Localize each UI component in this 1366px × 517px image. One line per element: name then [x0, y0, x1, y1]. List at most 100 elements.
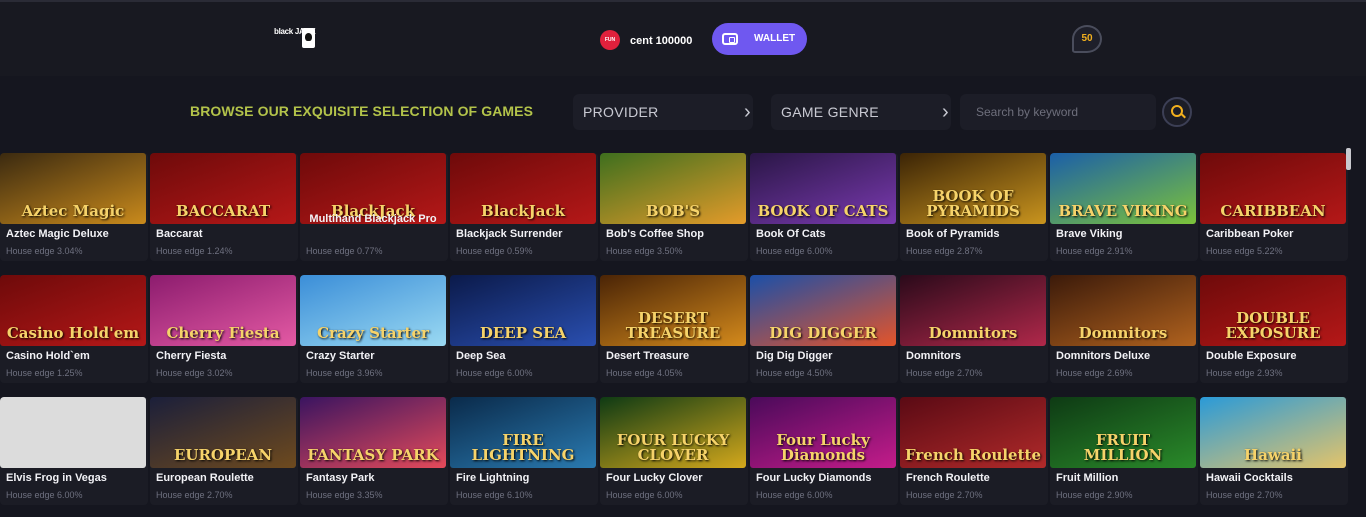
house-edge: House edge 2.87%	[906, 246, 983, 256]
game-thumbnail[interactable]: Four Lucky Diamonds	[750, 397, 896, 468]
game-card[interactable]: BOOK OF PYRAMIDS Book of Pyramids House ed…	[900, 153, 1048, 261]
game-art-title: CARIBBEAN	[1220, 202, 1326, 220]
game-card[interactable]: Domnitors Domnitors House edge 2.70%	[900, 275, 1048, 383]
house-edge: House edge 6.00%	[606, 490, 683, 500]
house-edge: House edge 6.00%	[756, 490, 833, 500]
game-art-title: BlackJack	[481, 202, 565, 220]
game-thumbnail[interactable]: EUROPEAN	[150, 397, 296, 468]
game-card[interactable]: FANTASY PARK Fantasy Park House edge 3.35%	[300, 397, 448, 505]
game-name: Brave Viking	[1056, 228, 1123, 240]
house-edge: House edge 2.90%	[1056, 490, 1133, 500]
game-card[interactable]: FOUR LUCKY CLOVER Four Lucky Clover House …	[600, 397, 748, 505]
game-thumbnail[interactable]: FIRE LIGHTNING	[450, 397, 596, 468]
game-name: Aztec Magic Deluxe	[6, 228, 109, 240]
house-edge: House edge 1.25%	[6, 368, 83, 378]
game-card[interactable]: BACCARAT Baccarat House edge 1.24%	[150, 153, 298, 261]
game-name: Casino Hold`em	[6, 350, 90, 362]
game-thumbnail[interactable]: Domnitors	[1050, 275, 1196, 346]
game-art-title: Domnitors	[928, 324, 1018, 342]
game-art-title: FANTASY PARK	[307, 446, 439, 464]
game-card[interactable]: EUROPEAN European Roulette House edge 2.70…	[150, 397, 298, 505]
game-card[interactable]: Casino Hold'em Casino Hold`em House edge 1…	[0, 275, 148, 383]
game-name: Dig Dig Digger	[756, 350, 833, 362]
house-edge: House edge 5.22%	[1206, 246, 1283, 256]
game-thumbnail[interactable]: FOUR LUCKY CLOVER	[600, 397, 746, 468]
game-thumbnail[interactable]: DIG DIGGER	[750, 275, 896, 346]
game-card[interactable]: BOB'S Bob's Coffee Shop House edge 3.50%	[600, 153, 748, 261]
wallet-button[interactable]: WALLET	[712, 23, 807, 55]
site-logo[interactable]: black JACK	[274, 27, 316, 53]
scrollbar[interactable]	[1346, 148, 1351, 170]
game-name: Four Lucky Clover	[606, 472, 703, 484]
game-card[interactable]: Hawaii Hawaii Cocktails House edge 2.70%	[1200, 397, 1348, 505]
game-name: Hawaii Cocktails	[1206, 472, 1293, 484]
search-icon[interactable]	[1162, 97, 1192, 127]
game-thumbnail[interactable]: Domnitors	[900, 275, 1046, 346]
house-edge: House edge 1.24%	[156, 246, 233, 256]
game-thumbnail[interactable]: French Roulette	[900, 397, 1046, 468]
game-thumbnail[interactable]: DESERT TREASURE	[600, 275, 746, 346]
house-edge: House edge 2.70%	[156, 490, 233, 500]
game-card[interactable]: BOOK OF CATS Book Of Cats House edge 6.00%	[750, 153, 898, 261]
game-art-title: Four Lucky Diamonds	[776, 431, 870, 464]
game-card[interactable]: French Roulette French Roulette House edge…	[900, 397, 1048, 505]
game-card[interactable]: Elvis Frog in Vegas House edge 6.00%	[0, 397, 148, 505]
game-thumbnail[interactable]: BlackJack	[450, 153, 596, 224]
house-edge: House edge 6.00%	[756, 246, 833, 256]
game-card[interactable]: BlackJack Blackjack Surrender House edge 0…	[450, 153, 598, 261]
game-card[interactable]: DOUBLE EXPOSURE Double Exposure House edge…	[1200, 275, 1348, 383]
house-edge: House edge 2.91%	[1056, 246, 1133, 256]
game-card[interactable]: Four Lucky Diamonds Four Lucky Diamonds Ho…	[750, 397, 898, 505]
game-thumbnail[interactable]: Casino Hold'em	[0, 275, 146, 346]
game-thumbnail[interactable]	[0, 397, 146, 468]
game-card[interactable]: DIG DIGGER Dig Dig Digger House edge 4.50%	[750, 275, 898, 383]
game-thumbnail[interactable]: BACCARAT	[150, 153, 296, 224]
house-edge: House edge 6.00%	[456, 368, 533, 378]
fun-badge: FUN	[600, 30, 620, 50]
house-edge: House edge 0.77%	[306, 246, 383, 256]
game-art-title: Cherry Fiesta	[166, 324, 280, 342]
game-thumbnail[interactable]: BOOK OF CATS	[750, 153, 896, 224]
house-edge: House edge 6.00%	[6, 490, 83, 500]
game-name: Blackjack Surrender	[456, 228, 563, 240]
genre-filter[interactable]: GAME GENRE ›	[771, 94, 951, 130]
game-card[interactable]: CARIBBEAN Caribbean Poker House edge 5.22%	[1200, 153, 1348, 261]
chevron-right-icon: ›	[942, 101, 949, 123]
search-input[interactable]	[960, 94, 1156, 130]
game-thumbnail[interactable]: Hawaii	[1200, 397, 1346, 468]
game-card[interactable]: Crazy Starter Crazy Starter House edge 3.9…	[300, 275, 448, 383]
game-thumbnail[interactable]: Aztec Magic	[0, 153, 146, 224]
game-name: Bob's Coffee Shop	[606, 228, 704, 240]
genre-label: GAME GENRE	[781, 104, 879, 120]
game-card[interactable]: DEEP SEA Deep Sea House edge 6.00%	[450, 275, 598, 383]
house-edge: House edge 2.69%	[1056, 368, 1133, 378]
game-card[interactable]: FIRE LIGHTNING Fire Lightning House edge 6…	[450, 397, 598, 505]
game-card[interactable]: BlackJack Multihand Blackjack Pro House ed…	[300, 153, 448, 261]
game-thumbnail[interactable]: CARIBBEAN	[1200, 153, 1346, 224]
game-name: Fantasy Park	[306, 472, 375, 484]
game-thumbnail[interactable]: Cherry Fiesta	[150, 275, 296, 346]
game-thumbnail[interactable]: FANTASY PARK	[300, 397, 446, 468]
game-art-title: FRUIT MILLION	[1083, 431, 1163, 464]
game-card[interactable]: FRUIT MILLION Fruit Million House edge 2.9…	[1050, 397, 1198, 505]
house-edge: House edge 2.70%	[906, 368, 983, 378]
top-bar: black JACK FUN cent 100000 WALLET 50	[0, 0, 1366, 76]
game-card[interactable]: BRAVE VIKING Brave Viking House edge 2.91%	[1050, 153, 1198, 261]
game-name: Book Of Cats	[756, 228, 826, 240]
game-thumbnail[interactable]: BRAVE VIKING	[1050, 153, 1196, 224]
game-thumbnail[interactable]: FRUIT MILLION	[1050, 397, 1196, 468]
game-thumbnail[interactable]: DOUBLE EXPOSURE	[1200, 275, 1346, 346]
game-thumbnail[interactable]: DEEP SEA	[450, 275, 596, 346]
game-name: Crazy Starter	[306, 350, 375, 362]
game-card[interactable]: Cherry Fiesta Cherry Fiesta House edge 3.0…	[150, 275, 298, 383]
game-card[interactable]: DESERT TREASURE Desert Treasure House edge…	[600, 275, 748, 383]
house-edge: House edge 0.59%	[456, 246, 533, 256]
game-thumbnail[interactable]: BOOK OF PYRAMIDS	[900, 153, 1046, 224]
level-badge[interactable]: 50	[1072, 25, 1102, 53]
game-card[interactable]: Domnitors Domnitors Deluxe House edge 2.69…	[1050, 275, 1198, 383]
game-art-title: BOOK OF PYRAMIDS	[926, 187, 1020, 220]
game-card[interactable]: Aztec Magic Aztec Magic Deluxe House edge …	[0, 153, 148, 261]
game-thumbnail[interactable]: BOB'S	[600, 153, 746, 224]
game-thumbnail[interactable]: Crazy Starter	[300, 275, 446, 346]
provider-filter[interactable]: PROVIDER ›	[573, 94, 753, 130]
